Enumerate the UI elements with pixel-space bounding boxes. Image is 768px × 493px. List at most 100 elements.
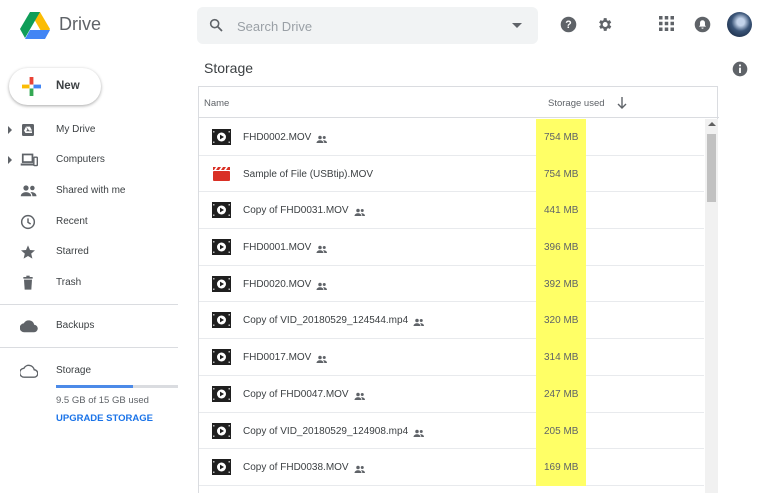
sidebar-item-label: My Drive [56,124,96,135]
file-row[interactable]: FHD0017.MOV 314 MB [199,339,704,376]
file-row[interactable]: Copy of FHD0031.MOV 441 MB [199,192,704,230]
video-file-icon [212,239,231,260]
shared-icon [316,131,328,149]
file-size: 392 MB [544,278,579,290]
file-size: 314 MB [544,352,579,364]
shared-icon [413,425,425,443]
shared-with-me-icon [20,185,37,197]
file-name: FHD0017.MOV [243,352,312,364]
sidebar-item-shared-with-me[interactable]: Shared with me [0,177,190,205]
settings-icon[interactable] [596,16,613,33]
file-size: 396 MB [544,242,579,254]
sidebar-item-label: Trash [56,277,82,288]
storage-usage-fill [56,385,133,388]
starred-icon [21,245,35,259]
shared-icon [354,461,366,479]
my-drive-icon [22,124,34,136]
video-file-icon [212,202,231,223]
sidebar-item-label: Computers [56,154,105,165]
storage-used-cell: 396 MB [536,229,586,266]
storage-used-cell: 441 MB [536,192,586,230]
file-row[interactable]: Copy of VID_20180529_124544.mp4 320 MB [199,302,704,340]
sidebar-item-label: Recent [56,216,88,227]
search-bar[interactable] [197,7,538,44]
storage-used-cell: 169 MB [536,449,586,486]
file-name: FHD0001.MOV [243,242,312,254]
sidebar-divider [0,347,178,348]
scroll-up-arrow-icon[interactable] [708,122,716,126]
file-size: 169 MB [544,462,579,474]
shared-icon [354,204,366,222]
file-size: 247 MB [544,388,579,400]
file-name: Copy of VID_20180529_124544.mp4 [243,315,409,327]
info-icon[interactable] [732,61,748,77]
file-table: Name Storage used FHD0002.MOV 754 MB Sampl… [198,86,719,493]
storage-usage-text: 9.5 GB of 15 GB used [56,395,149,406]
top-bar: Drive ? [0,0,768,50]
file-size: 441 MB [544,205,579,217]
shared-icon [413,314,425,332]
sidebar-item-trash[interactable]: Trash [0,269,190,297]
sidebar-item-recent[interactable]: Recent [0,208,190,236]
apps-icon[interactable] [659,16,674,31]
computers-icon [20,153,38,167]
storage-used-cell: 320 MB [536,302,586,340]
backups-icon [20,320,38,333]
file-row[interactable]: Copy of FHD0038.MOV 169 MB [199,449,704,486]
sidebar-item-computers[interactable]: Computers [0,146,190,174]
search-icon[interactable] [208,17,224,33]
shared-icon [316,351,328,369]
help-icon[interactable]: ? [560,16,577,33]
sidebar-item-my-drive[interactable]: My Drive [0,116,190,144]
shared-icon [316,241,328,259]
column-header-storage-used[interactable]: Storage used [548,98,605,109]
sidebar-item-storage[interactable]: Storage [0,357,190,385]
scrollbar-thumb[interactable] [707,134,716,202]
shared-icon [316,278,328,296]
video-file-icon [212,312,231,333]
file-size: 205 MB [544,425,579,437]
file-name: FHD0002.MOV [243,132,312,143]
column-header-name[interactable]: Name [204,98,229,109]
new-button-label: New [56,80,80,92]
page-title: Storage [204,60,254,76]
search-input[interactable] [237,16,497,36]
drive-logo-icon[interactable] [20,12,50,39]
file-row[interactable]: Copy of FHD0047.MOV 247 MB [199,375,704,413]
video-file-icon [212,422,231,444]
shared-icon [354,388,366,406]
file-name: FHD0020.MOV [243,278,312,290]
file-name: Copy of VID_20180529_124908.mp4 [243,425,409,437]
file-row[interactable]: Copy of VID_20180529_124908.mp4 205 MB [199,412,704,450]
file-row[interactable]: FHD0001.MOV 396 MB [199,229,704,266]
expand-arrow-icon[interactable] [8,126,12,134]
account-avatar[interactable] [727,12,752,37]
sidebar-item-label: Storage [56,365,92,376]
trash-icon [23,275,33,290]
file-list: FHD0002.MOV 754 MB Sample of File (USBtip)… [199,119,704,493]
file-size: 754 MB [544,132,579,143]
new-button[interactable]: New [9,68,101,105]
search-options-icon[interactable] [512,23,522,28]
clapperboard-icon [212,166,231,187]
storage-used-cell: 392 MB [536,265,586,303]
sidebar-divider [0,304,178,305]
sidebar-item-starred[interactable]: Starred [0,238,190,266]
brand-name: Drive [59,14,102,34]
upgrade-storage-link[interactable]: UPGRADE STORAGE [56,413,153,424]
storage-used-cell: 754 MB [536,155,586,193]
file-row[interactable]: FHD0020.MOV 392 MB [199,265,704,303]
video-file-icon [212,459,231,480]
video-file-icon [212,349,231,370]
file-row[interactable]: FHD0002.MOV 754 MB [199,119,704,156]
file-size: 320 MB [544,315,579,327]
file-name: Copy of FHD0038.MOV [243,462,349,474]
file-name: Sample of File (USBtip).MOV [243,168,374,180]
sidebar-item-label: Shared with me [56,185,126,196]
scrollbar[interactable] [705,119,718,493]
file-row[interactable]: Sample of File (USBtip).MOV 754 MB [199,155,704,193]
notifications-icon[interactable] [694,16,711,33]
sort-descending-icon[interactable] [617,97,627,109]
sidebar-item-backups[interactable]: Backups [0,312,190,340]
expand-arrow-icon[interactable] [8,156,12,164]
